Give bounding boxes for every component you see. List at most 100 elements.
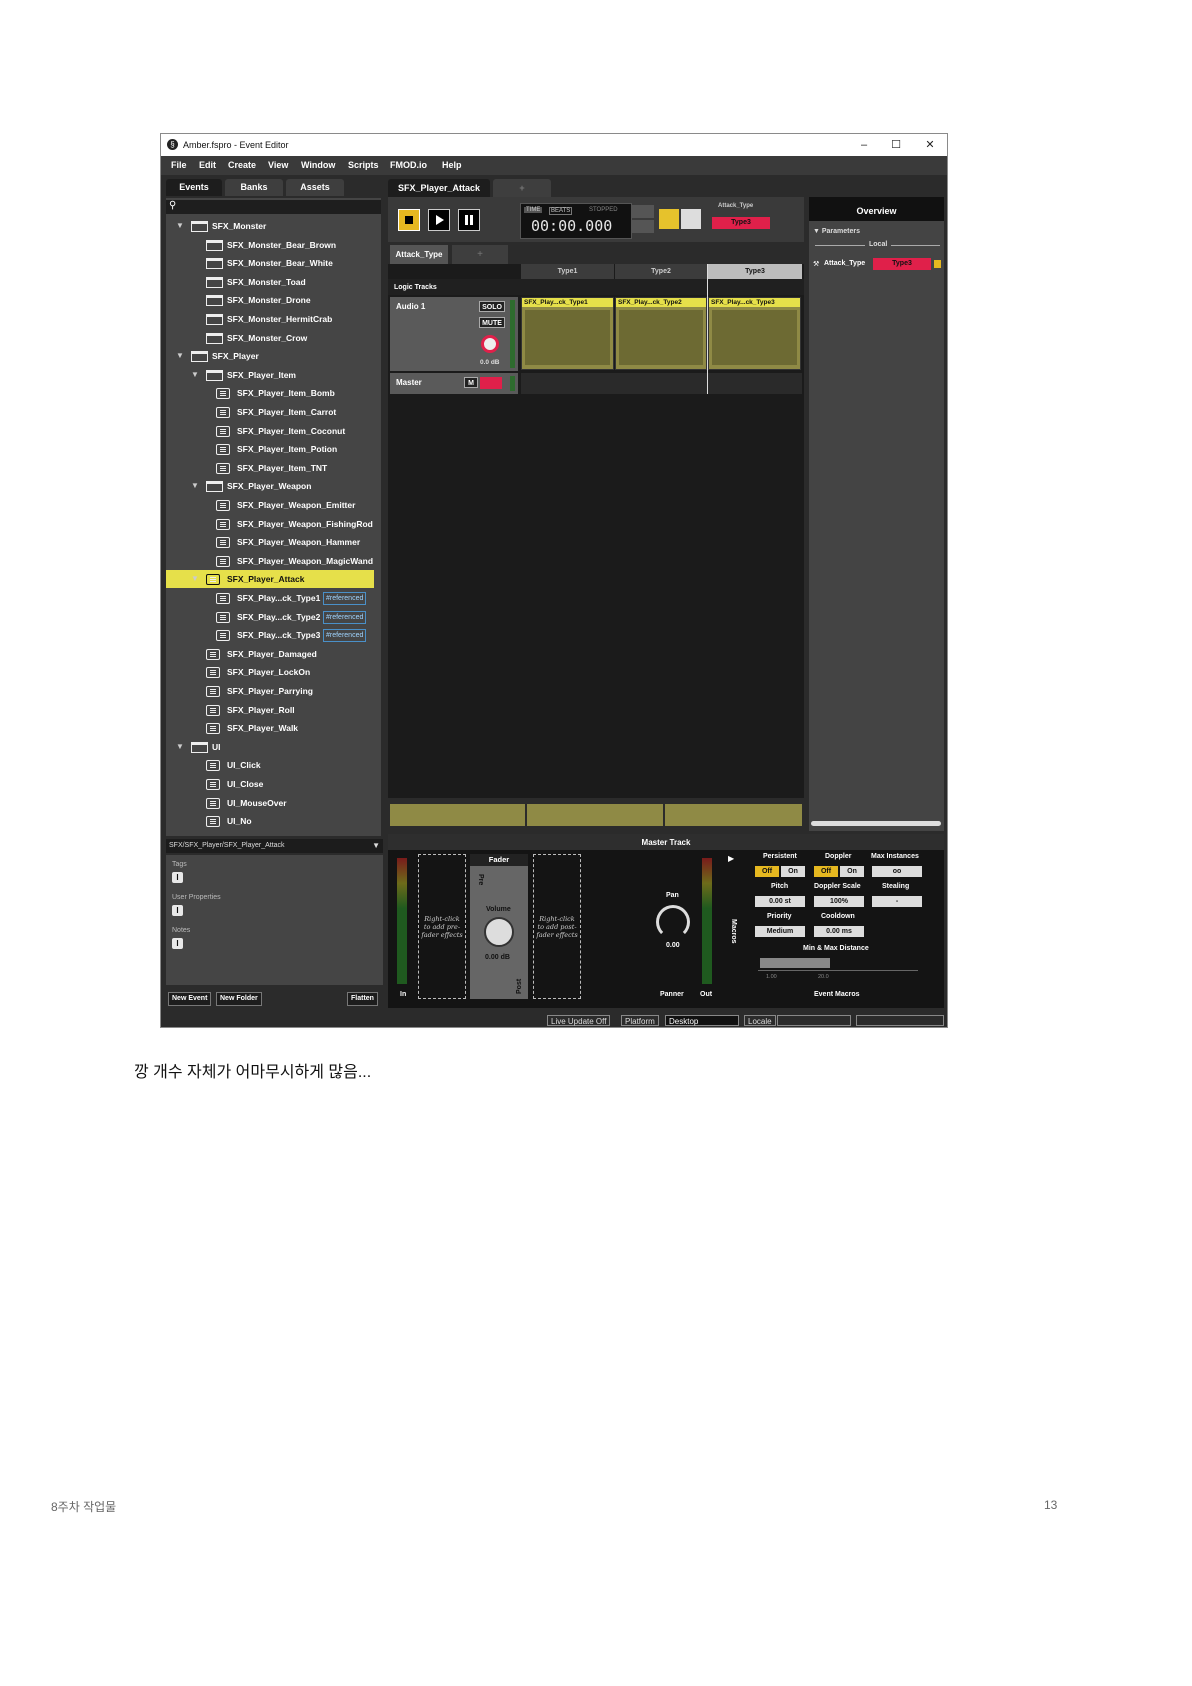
instrument-type3[interactable]: SFX_Play...ck_Type3 [708,297,801,370]
tree-item[interactable]: ▼ SFX_Player_Item [166,366,381,384]
timeline-overview[interactable] [388,801,804,829]
tree-item[interactable]: SFX_Player_Item_Bomb [166,384,381,402]
column-type1[interactable]: Type1 [521,264,614,279]
tree-item[interactable]: SFX_Player_Item_TNT [166,459,381,477]
tree-item[interactable]: SFX_Monster_Drone [166,291,381,309]
menu-edit[interactable]: Edit [199,160,216,170]
follow-icon[interactable] [632,220,654,233]
pan-knob[interactable] [656,905,690,939]
column-type2[interactable]: Type2 [615,264,707,279]
tree-item[interactable]: ▼ UI [166,738,381,756]
menu-window[interactable]: Window [301,160,335,170]
tree-item[interactable]: SFX_Monster_Bear_Brown [166,236,381,254]
stop-button[interactable] [398,209,420,231]
close-button[interactable]: ✕ [917,137,943,153]
menu-create[interactable]: Create [228,160,256,170]
parameter-value[interactable]: Type3 [712,217,770,229]
audio-track-header[interactable]: Audio 1 SOLO MUTE 0.0 dB [390,297,518,371]
tree-item[interactable]: SFX_Player_Parrying [166,682,381,700]
tree-item[interactable]: ▼ SFX_Player_Weapon [166,477,381,495]
expand-arrow-icon[interactable]: ▼ [191,477,199,495]
tree-item[interactable]: SFX_Player_Walk [166,719,381,737]
list-view-icon[interactable] [659,209,679,229]
tab-sfx-player-attack[interactable]: SFX_Player_Attack [388,179,490,197]
volume-knob[interactable] [484,917,514,947]
flatten-button[interactable]: Flatten [347,992,378,1006]
tree-item[interactable]: SFX_Player_Roll [166,701,381,719]
master-volume-knob[interactable] [480,377,502,389]
loop-icon[interactable] [632,205,654,218]
master-mute-button[interactable]: M [464,377,478,388]
minimize-button[interactable]: – [851,137,877,153]
expand-arrow-icon[interactable]: ▼ [191,366,199,384]
menu-fmodio[interactable]: FMOD.io [390,160,427,170]
tree-item[interactable]: SFX_Player_Item_Carrot [166,403,381,421]
search-input[interactable]: ⚲ [166,200,381,214]
instrument-type1[interactable]: SFX_Play...ck_Type1 [521,297,614,370]
tree-item[interactable]: UI_Close [166,775,381,793]
tree-item[interactable]: SFX_Player_Weapon_Hammer [166,533,381,551]
distance-slider[interactable] [758,958,918,971]
tree-item[interactable]: SFX_Player_Weapon_FishingRod [166,515,381,533]
tree-item[interactable]: SFX_Monster_Crow [166,329,381,347]
user-properties-edit-icon[interactable]: I [172,905,183,916]
master-track-header[interactable]: Master M [390,373,518,394]
play-macro-icon[interactable]: ▶ [728,854,734,863]
platform-dropdown[interactable]: Desktop [665,1015,739,1026]
tree-item[interactable]: SFX_Play...ck_Type1 #referenced [166,589,381,607]
tree-item[interactable]: SFX_Monster_Toad [166,273,381,291]
parameters-section[interactable]: ▼ Parameters [813,228,860,235]
menu-view[interactable]: View [268,160,288,170]
post-fader-effects-slot[interactable]: Right-click to add post-fader effects [533,854,581,999]
tree-item[interactable]: ▼ SFX_Monster [166,217,381,235]
time-mode-toggle[interactable]: TIME [524,207,543,213]
tab-assets[interactable]: Assets [286,179,344,196]
pause-button[interactable] [458,209,480,231]
tree-item[interactable]: UI_No [166,812,381,830]
add-sheet-button[interactable]: + [452,245,508,264]
instrument-type2[interactable]: SFX_Play...ck_Type2 [615,297,707,370]
maximize-button[interactable]: ☐ [883,137,909,153]
doppler-on[interactable]: On [840,866,864,877]
tree-item[interactable]: SFX_Player_Item_Coconut [166,422,381,440]
tree-item[interactable]: SFX_Player_Item_Potion [166,440,381,458]
locale-dropdown[interactable] [777,1015,851,1026]
fader-module[interactable]: Fader Pre Volume 0.00 dB Post [470,854,528,999]
tree-item[interactable]: UI_MouseOver [166,794,381,812]
menu-file[interactable]: File [171,160,187,170]
tab-banks[interactable]: Banks [225,179,283,196]
playhead[interactable] [707,264,708,394]
menu-help[interactable]: Help [442,160,462,170]
mixer-view-icon[interactable] [681,209,701,229]
column-type3[interactable]: Type3 [708,264,802,279]
tree-item[interactable]: SFX_Player_Weapon_Emitter [166,496,381,514]
notes-edit-icon[interactable]: I [172,938,183,949]
tree-item[interactable]: SFX_Player_Weapon_MagicWand [166,552,381,570]
beats-mode-toggle[interactable]: BEATS [549,207,573,215]
tree-item[interactable]: SFX_Monster_HermitCrab [166,310,381,328]
cooldown-value[interactable]: 0.00 ms [814,926,864,937]
tree-item[interactable]: SFX_Play...ck_Type2 #referenced [166,608,381,626]
overview-param-value[interactable]: Type3 [873,258,931,270]
tree-item[interactable]: UI_Click [166,756,381,774]
expand-arrow-icon[interactable]: ▼ [176,347,184,365]
tree-item[interactable]: ▼ SFX_Player [166,347,381,365]
tree-item[interactable]: SFX_Play...ck_Type3 #referenced [166,626,381,644]
max-instances-value[interactable]: oo [872,866,922,877]
priority-value[interactable]: Medium [755,926,805,937]
chevron-down-icon[interactable]: ▼ [372,839,380,853]
tab-events[interactable]: Events [166,179,222,196]
play-button[interactable] [428,209,450,231]
stealing-dropdown[interactable]: - [872,896,922,907]
expand-arrow-icon[interactable]: ▼ [176,738,184,756]
tree-item[interactable]: ▼ SFX_Player_Attack [166,570,374,589]
new-folder-button[interactable]: New Folder [216,992,262,1006]
expand-arrow-icon[interactable]: ▼ [191,570,199,588]
track-volume-knob[interactable] [481,335,499,353]
tree-item[interactable]: SFX_Monster_Bear_White [166,254,381,272]
tree-item[interactable]: SFX_Player_Damaged [166,645,381,663]
menu-scripts[interactable]: Scripts [348,160,379,170]
doppler-off[interactable]: Off [814,866,838,877]
tree-item[interactable]: SFX_Player_LockOn [166,663,381,681]
persistent-on[interactable]: On [781,866,805,877]
